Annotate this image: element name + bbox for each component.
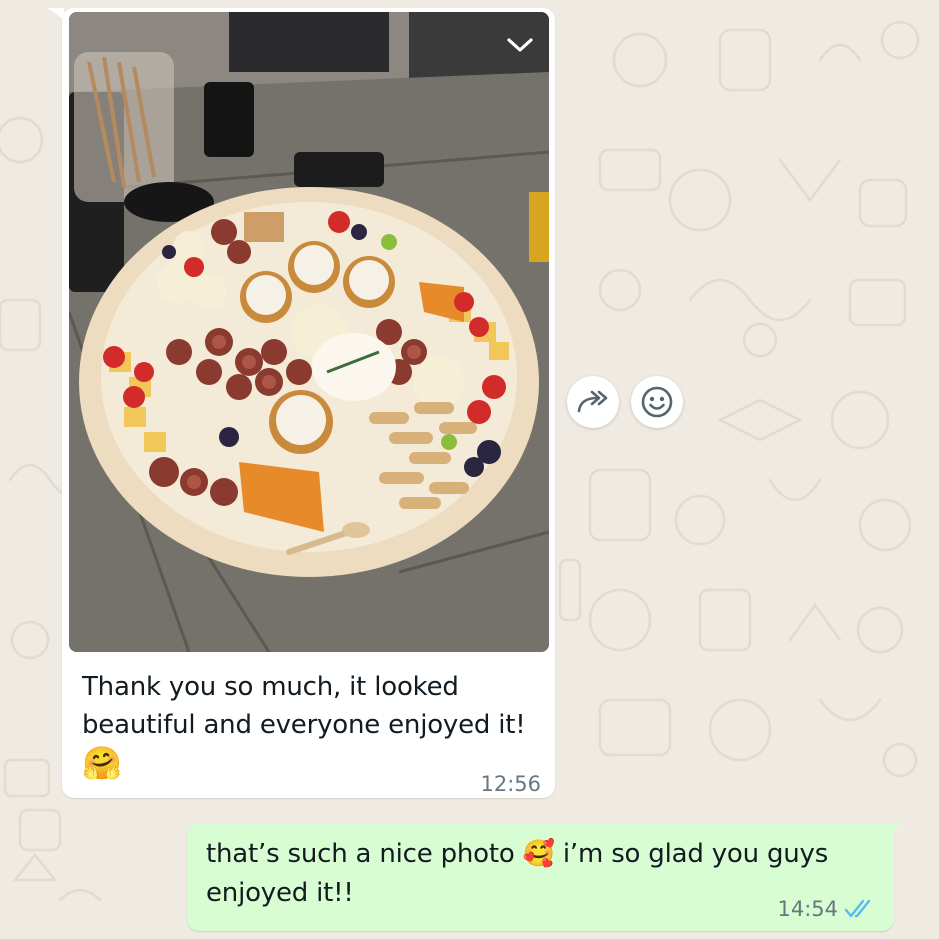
grazing-platter-photo [69,12,549,652]
outgoing-timestamp: 14:54 [777,897,838,921]
forward-icon [577,390,608,413]
forward-button[interactable] [567,376,619,428]
incoming-timestamp: 12:56 [480,772,541,796]
message-menu-chevron[interactable] [505,30,535,60]
incoming-caption: Thank you so much, it looked beautiful a… [82,672,526,740]
react-button[interactable] [631,376,683,428]
outgoing-message[interactable]: that’s such a nice photo 🥰 i’m so glad y… [187,823,894,931]
smiling-hearts-emoji: 🥰 [522,839,555,869]
message-photo[interactable] [69,12,549,652]
outgoing-text-part-1: that’s such a nice photo [206,839,523,869]
chevron-down-icon [507,38,533,52]
hugging-face-emoji: 🤗 [82,744,122,782]
incoming-message[interactable]: Thank you so much, it looked beautiful a… [62,8,555,798]
outgoing-meta: 14:54 [777,897,876,921]
emoji-reaction-icon [641,386,673,418]
outgoing-text: that’s such a nice photo 🥰 i’m so glad y… [206,835,876,913]
double-check-read-icon [844,899,871,918]
